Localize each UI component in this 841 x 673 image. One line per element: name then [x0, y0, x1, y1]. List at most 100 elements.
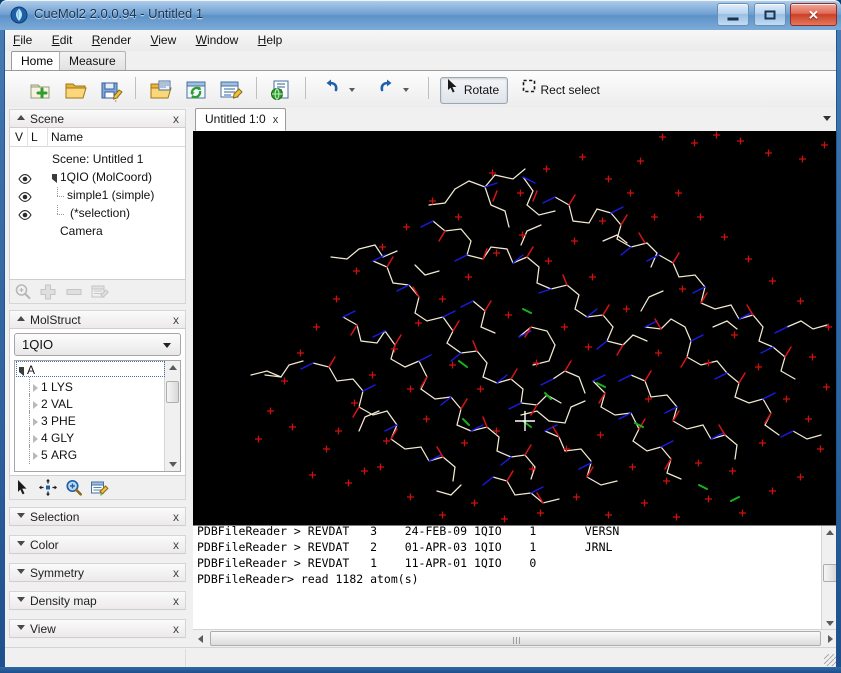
eye-icon[interactable]: [18, 191, 32, 202]
color-panel-header[interactable]: Color x: [9, 535, 186, 554]
log-console[interactable]: PDBFileReader > REVDAT 3 24-FEB-09 1QIO …: [193, 525, 836, 647]
open-folder-icon[interactable]: [61, 75, 91, 105]
title-bar: CueMol2 2.0.0.94 - Untitled 1 ✕: [0, 0, 841, 30]
undo-icon: [323, 77, 341, 102]
column-locked[interactable]: L: [31, 130, 38, 144]
redo-button[interactable]: [371, 77, 418, 104]
menu-item-file[interactable]: FFileile: [5, 30, 40, 49]
column-visible[interactable]: V: [15, 130, 23, 144]
scroll-right-icon[interactable]: [828, 634, 833, 643]
reload-object-icon[interactable]: [181, 75, 211, 105]
eye-icon[interactable]: [18, 209, 32, 220]
molecule-select[interactable]: 1QIO: [14, 333, 181, 356]
properties-icon[interactable]: [89, 478, 109, 497]
chevron-down-icon[interactable]: [17, 513, 25, 518]
close-button[interactable]: ✕: [790, 3, 837, 26]
close-icon[interactable]: x: [173, 566, 179, 580]
add-icon[interactable]: [38, 282, 58, 301]
rotate-button[interactable]: Rotate: [439, 76, 509, 104]
remove-icon[interactable]: [64, 282, 84, 301]
eye-icon[interactable]: [18, 173, 32, 184]
properties-icon[interactable]: [89, 282, 109, 301]
toolbar-separator-1: [135, 77, 137, 99]
close-icon[interactable]: x: [173, 112, 179, 126]
view-panel: View x: [9, 619, 186, 638]
close-icon[interactable]: x: [173, 538, 179, 552]
zoom-icon[interactable]: [64, 478, 84, 497]
residue-row[interactable]: 5 ARG: [15, 445, 180, 464]
center-view-icon[interactable]: [38, 478, 58, 497]
symmetry-panel-header[interactable]: Symmetry x: [9, 563, 186, 582]
tree-row-scene[interactable]: Scene: Untitled 1: [10, 151, 185, 169]
scroll-down-icon[interactable]: [826, 621, 834, 626]
tree-row-label: simple1 (simple): [67, 188, 155, 202]
console-horizontal-scrollbar[interactable]: [193, 629, 836, 647]
scrollbar-thumb[interactable]: [210, 631, 821, 646]
close-icon[interactable]: x: [273, 114, 279, 126]
chevron-up-icon[interactable]: [17, 316, 25, 321]
tree-row-camera[interactable]: Camera: [10, 223, 185, 241]
tree-row-simple1[interactable]: simple1 (simple): [10, 187, 185, 205]
undo-dropdown-icon[interactable]: [348, 88, 355, 93]
chain-row[interactable]: A: [15, 361, 180, 379]
document-tab-bar: Untitled 1:0 x: [193, 107, 836, 132]
save-scene-icon[interactable]: [96, 75, 126, 105]
rotate-label: Rotate: [463, 82, 500, 97]
view-panel-header[interactable]: View x: [9, 619, 186, 638]
menu-item-help[interactable]: Help: [250, 30, 291, 49]
residue-label: 3 PHE: [41, 414, 76, 428]
scroll-up-icon[interactable]: [826, 530, 834, 535]
tab-measure[interactable]: Measure: [59, 51, 126, 70]
find-icon[interactable]: [13, 282, 33, 301]
close-icon[interactable]: x: [173, 313, 179, 327]
chevron-down-icon[interactable]: [17, 625, 25, 630]
molstruct-panel-header[interactable]: MolStruct x: [9, 310, 186, 329]
close-icon[interactable]: x: [173, 622, 179, 636]
tab-home[interactable]: Home: [11, 51, 64, 70]
residue-row[interactable]: 1 LYS: [15, 377, 180, 396]
chevron-down-icon[interactable]: [17, 569, 25, 574]
residue-row[interactable]: 2 VAL: [15, 394, 180, 413]
scroll-left-icon[interactable]: [198, 634, 203, 643]
scene-tree-header: V L Name: [10, 128, 185, 147]
column-name[interactable]: Name: [51, 130, 83, 144]
console-vertical-scrollbar[interactable]: [821, 526, 836, 630]
object-properties-icon[interactable]: [216, 75, 246, 105]
residue-label: 5 ARG: [41, 448, 78, 462]
chevron-down-icon[interactable]: [17, 597, 25, 602]
density-map-panel-header[interactable]: Density map x: [9, 591, 186, 610]
scene-tree[interactable]: V L Name Scene: Untitled 1 1QIO (MolCoor…: [9, 128, 186, 280]
resize-grip[interactable]: [824, 654, 836, 666]
render-scene-icon[interactable]: [266, 75, 296, 105]
maximize-button[interactable]: [753, 3, 786, 26]
residue-list[interactable]: A 1 LYS 2 VAL 3 PHE 4 GLY 5 ARG: [14, 360, 181, 472]
tree-row-molcoord[interactable]: 1QIO (MolCoord): [10, 169, 185, 187]
menu-item-window[interactable]: Window: [188, 30, 247, 49]
scrollbar-thumb[interactable]: [823, 564, 836, 582]
menu-item-view[interactable]: View: [142, 30, 184, 49]
menu-item-edit[interactable]: Edit: [44, 30, 81, 49]
new-scene-icon[interactable]: [25, 75, 55, 105]
selection-panel-header[interactable]: Selection x: [9, 507, 186, 526]
tab-list-dropdown-icon[interactable]: [823, 116, 831, 121]
tree-row-label: Camera: [60, 224, 103, 238]
menu-item-render[interactable]: Render: [84, 30, 139, 49]
undo-button[interactable]: [317, 77, 364, 104]
scene-panel-header[interactable]: Scene x: [9, 109, 186, 128]
tree-row-selection[interactable]: (*selection): [10, 205, 185, 223]
document-tab[interactable]: Untitled 1:0 x: [195, 108, 287, 131]
minimize-button[interactable]: [717, 3, 750, 26]
rect-select-button[interactable]: Rect select: [516, 77, 609, 104]
residue-row[interactable]: 4 GLY: [15, 428, 180, 447]
select-arrow-icon[interactable]: [13, 478, 33, 497]
chevron-down-icon[interactable]: [17, 541, 25, 546]
close-icon[interactable]: x: [173, 510, 179, 524]
residue-row[interactable]: 3 PHE: [15, 411, 180, 430]
molecular-viewport[interactable]: [193, 131, 836, 525]
chevron-down-icon[interactable]: [163, 343, 171, 348]
open-object-icon[interactable]: [146, 75, 176, 105]
redo-dropdown-icon[interactable]: [403, 88, 410, 93]
close-icon[interactable]: x: [173, 594, 179, 608]
color-panel: Color x: [9, 535, 186, 554]
chevron-up-icon[interactable]: [17, 115, 25, 120]
